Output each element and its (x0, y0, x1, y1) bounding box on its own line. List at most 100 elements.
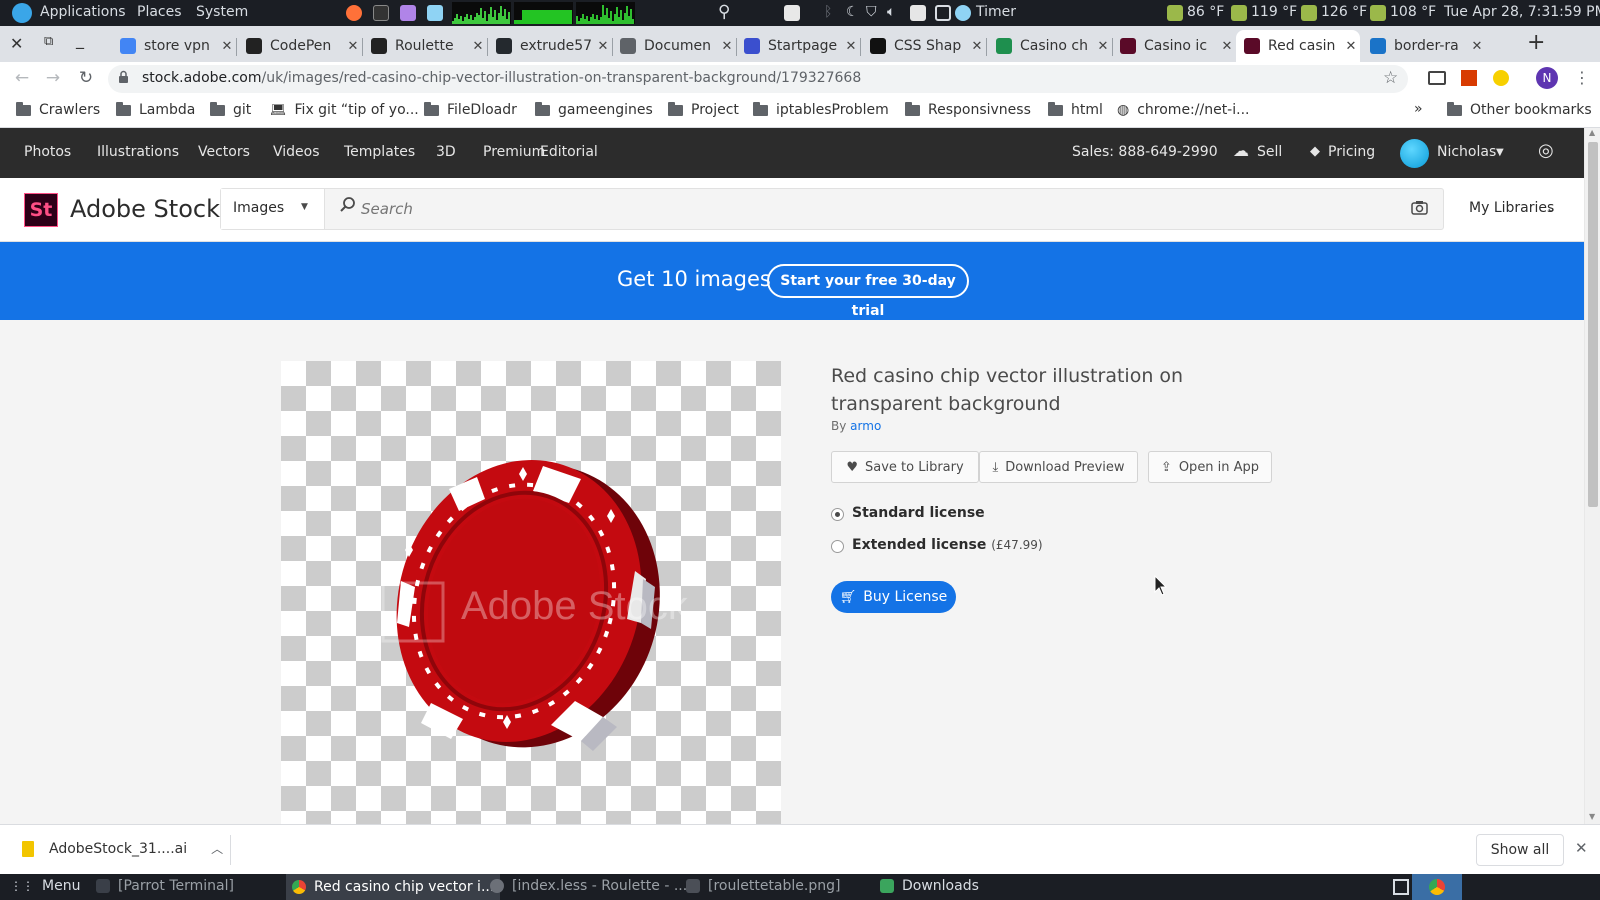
nav-premium[interactable]: Premium (483, 144, 545, 160)
editor-launcher-icon[interactable] (400, 5, 416, 21)
shield-icon[interactable]: ⛉ (866, 4, 877, 20)
back-button[interactable]: ← (11, 68, 33, 88)
bookmarks-overflow-button[interactable]: » (1414, 101, 1423, 117)
my-libraries-button[interactable]: My Libraries (1469, 200, 1554, 216)
standard-license-label[interactable]: Standard license (852, 505, 985, 521)
sell-link[interactable]: Sell (1257, 144, 1282, 160)
extended-license-label[interactable]: Extended license (£47.99) (852, 537, 1043, 553)
search-type-select[interactable]: Images ▼ (221, 189, 325, 229)
taskbar-item-image[interactable]: [roulettetable.png] (686, 878, 840, 894)
user-avatar[interactable] (1400, 139, 1429, 168)
author-link[interactable]: armo (850, 419, 881, 433)
bookmark-item[interactable]: gameengines (535, 101, 653, 118)
bookmark-item[interactable]: git (210, 101, 251, 118)
nav-vectors[interactable]: Vectors (198, 144, 250, 160)
pricing-link[interactable]: Pricing (1328, 144, 1375, 160)
close-window-icon[interactable]: ✕ (10, 34, 23, 53)
browser-tab[interactable]: Roulette ✕ (363, 30, 487, 62)
applications-menu[interactable]: Applications (40, 4, 126, 20)
tab-close-icon[interactable]: ✕ (1468, 39, 1486, 54)
free-trial-button[interactable]: Start your free 30-day trial (767, 264, 969, 319)
bookmark-item[interactable]: 💻︎ Fix git “tip of yo... (270, 102, 419, 118)
screenshot-tray-icon[interactable] (784, 5, 800, 21)
restore-window-icon[interactable]: ⧉ (44, 34, 53, 49)
show-all-button[interactable]: Show all (1476, 834, 1564, 866)
taskbar-item-downloads[interactable]: Downloads (880, 878, 979, 894)
notes-launcher-icon[interactable] (427, 5, 443, 21)
tab-close-icon[interactable]: ✕ (968, 39, 986, 54)
camera-icon[interactable] (1411, 200, 1428, 219)
browser-tab[interactable]: border-ra ✕ (1362, 30, 1486, 62)
chevron-up-icon[interactable]: ︿ (211, 840, 223, 857)
browser-tab[interactable]: Red casin ✕ (1236, 30, 1360, 62)
standard-license-radio[interactable] (831, 508, 844, 521)
tab-close-icon[interactable]: ✕ (344, 39, 362, 54)
forward-button[interactable]: → (42, 68, 64, 88)
download-preview-button[interactable]: ⤓ Download Preview (979, 451, 1138, 483)
tab-close-icon[interactable]: ✕ (1094, 39, 1112, 54)
user-name[interactable]: Nicholas (1437, 144, 1496, 160)
clipboard-icon[interactable] (910, 5, 926, 21)
lock-icon[interactable] (118, 70, 128, 83)
tab-close-icon[interactable]: ✕ (718, 39, 736, 54)
tab-close-icon[interactable]: ✕ (1342, 39, 1360, 54)
new-tab-button[interactable]: + (1527, 30, 1545, 55)
reload-button[interactable]: ↻ (75, 68, 97, 88)
creative-cloud-icon[interactable]: ◎ (1538, 140, 1554, 161)
timer-label[interactable]: Timer (976, 4, 1016, 20)
browser-tab[interactable]: Casino ic ✕ (1112, 30, 1236, 62)
tab-close-icon[interactable]: ✕ (1218, 39, 1236, 54)
workspace-icon[interactable] (1393, 879, 1409, 895)
browser-tab[interactable]: Documen ✕ (612, 30, 736, 62)
chevron-down-icon[interactable]: ▼ (1496, 147, 1504, 158)
adobe-stock-wordmark[interactable]: Adobe Stock (70, 195, 220, 223)
nav-3d[interactable]: 3D (436, 144, 456, 160)
adobe-stock-logo-icon[interactable]: St (24, 193, 58, 227)
nav-templates[interactable]: Templates (344, 144, 415, 160)
buy-license-button[interactable]: 🛒︎ Buy License (831, 581, 956, 613)
tab-close-icon[interactable]: ✕ (842, 39, 860, 54)
places-menu[interactable]: Places (137, 4, 182, 20)
firefox-launcher-icon[interactable] (346, 5, 362, 21)
chrome-tray-icon[interactable] (1412, 874, 1462, 900)
bookmark-item[interactable]: Project (668, 101, 739, 118)
nav-illustrations[interactable]: Illustrations (97, 144, 179, 160)
menu-button[interactable]: ⋮⋮ Menu (10, 878, 80, 894)
address-bar[interactable]: stock.adobe.com/uk/images/red-casino-chi… (108, 65, 1408, 93)
open-in-app-button[interactable]: ⇪ Open in App (1148, 451, 1272, 483)
window-icon[interactable] (935, 5, 951, 21)
parrot-logo-icon[interactable] (12, 3, 32, 23)
save-to-library-button[interactable]: ♥ Save to Library (831, 451, 979, 483)
tab-close-icon[interactable]: ✕ (594, 39, 612, 54)
scroll-down-arrow-icon[interactable]: ▼ (1589, 812, 1595, 821)
browser-tab[interactable]: CodePen ✕ (238, 30, 362, 62)
extension-icon[interactable] (1493, 70, 1509, 86)
bookmark-item[interactable]: ◍ chrome://net-i... (1117, 102, 1249, 118)
search-input[interactable] (361, 198, 1361, 220)
browser-tab[interactable]: Casino ch ✕ (988, 30, 1112, 62)
timer-icon[interactable] (955, 5, 971, 21)
extended-license-radio[interactable] (831, 540, 844, 553)
volume-icon[interactable]: 🔈︎ (887, 4, 895, 20)
browser-tab[interactable]: Startpage ✕ (736, 30, 860, 62)
search-icon[interactable]: ⚲ (718, 2, 730, 22)
tab-close-icon[interactable]: ✕ (218, 39, 236, 54)
bookmark-item[interactable]: Lambda (116, 101, 195, 118)
download-item[interactable]: AdobeStock_31....ai ︿ (22, 840, 223, 857)
bookmark-item[interactable]: iptablesProblem (753, 101, 889, 118)
scroll-up-arrow-icon[interactable]: ▲ (1589, 128, 1595, 137)
nav-photos[interactable]: Photos (24, 144, 71, 160)
system-menu[interactable]: System (196, 4, 248, 20)
asset-preview-image[interactable]: Adobe Stock (281, 361, 781, 826)
scrollbar-thumb[interactable] (1588, 142, 1598, 507)
page-scrollbar[interactable]: ▲ ▼ (1584, 128, 1600, 824)
terminal-launcher-icon[interactable] (373, 5, 389, 21)
taskbar-item-chrome[interactable]: Red casino chip vector i... (286, 874, 501, 900)
tab-close-icon[interactable]: ✕ (469, 39, 487, 54)
taskbar-item-terminal[interactable]: [Parrot Terminal] (96, 878, 234, 894)
star-bookmark-icon[interactable]: ☆ (1383, 68, 1398, 88)
bookmark-item[interactable]: FileDloadr (424, 101, 517, 118)
taskbar-item-editor[interactable]: [index.less - Roulette - ... (490, 878, 687, 894)
chevron-down-icon[interactable]: ⌄ (1546, 201, 1556, 215)
browser-tab[interactable]: store vpn ✕ (112, 30, 236, 62)
